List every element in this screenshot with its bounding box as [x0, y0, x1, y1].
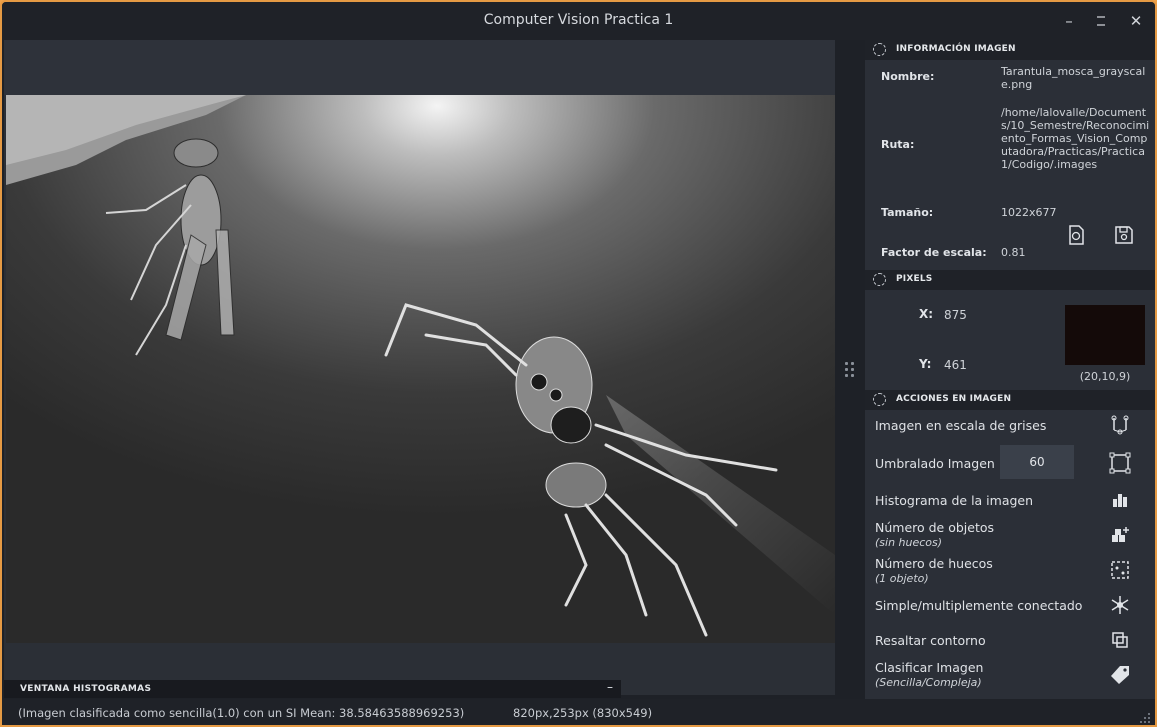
pixel-color-value: (20,10,9): [1079, 370, 1131, 383]
pixels-section-title: PIXELS: [896, 274, 933, 284]
collapse-toggle-icon: [873, 393, 886, 406]
pixels-section-header[interactable]: PIXELS: [865, 270, 1155, 290]
pixel-y-label: Y:: [919, 357, 932, 371]
objects-action-sublabel: (sin huecos): [875, 536, 943, 549]
actions-section-header[interactable]: ACCIONES EN IMAGEN: [865, 390, 1155, 410]
connectivity-icon[interactable]: [1109, 594, 1131, 616]
image-viewer-area: [4, 40, 835, 695]
contour-action-label[interactable]: Resaltar contorno: [875, 633, 986, 648]
size-label: Tamaño:: [881, 206, 934, 219]
scale-value: 0.81: [1001, 246, 1026, 259]
name-value: Tarantula_mosca_grayscale.png: [1001, 65, 1146, 91]
actions-section-title: ACCIONES EN IMAGEN: [896, 394, 1012, 404]
image-toolbar-strip: [4, 40, 835, 95]
threshold-input[interactable]: 60: [1000, 445, 1074, 479]
cursor-coordinates: 820px,253px (830x549): [513, 706, 653, 720]
threshold-action-label[interactable]: Umbralado Imagen: [875, 456, 995, 471]
pixel-y-value: 461: [944, 358, 967, 372]
side-panel: INFORMACIÓN IMAGEN Nombre: Tarantula_mos…: [865, 40, 1155, 699]
histogram-collapse-button[interactable]: –: [607, 680, 613, 694]
pixel-x-value: 875: [944, 308, 967, 322]
info-section-title: INFORMACIÓN IMAGEN: [896, 44, 1016, 54]
status-bar: (Imagen clasificada como sencilla(1.0) c…: [2, 699, 1155, 725]
histogram-window-bar[interactable]: VENTANA HISTOGRAMAS –: [4, 680, 621, 698]
status-message: (Imagen clasificada como sencilla(1.0) c…: [18, 706, 465, 720]
path-label: Ruta:: [881, 138, 915, 151]
histogram-window-label: VENTANA HISTOGRAMAS: [20, 684, 152, 694]
title-bar[interactable]: Computer Vision Practica 1 – ✕: [2, 2, 1155, 40]
tag-icon[interactable]: [1109, 664, 1131, 686]
size-value: 1022x677: [1001, 206, 1057, 219]
collapse-toggle-icon: [873, 273, 886, 286]
collapse-toggle-icon: [873, 43, 886, 56]
connectivity-action-label[interactable]: Simple/multiplemente conectado: [875, 598, 1082, 613]
resize-grip-icon[interactable]: [1139, 709, 1151, 725]
pixel-x-label: X:: [919, 307, 934, 321]
maximize-button[interactable]: [1091, 11, 1111, 31]
contour-icon[interactable]: [1109, 629, 1131, 651]
holes-count-icon[interactable]: [1109, 559, 1131, 581]
classify-action-sublabel: (Sencilla/Compleja): [875, 676, 982, 689]
pixel-color-swatch: [1065, 305, 1145, 365]
splitter-grip-icon[interactable]: [843, 360, 857, 380]
holes-action-sublabel: (1 objeto): [875, 572, 929, 585]
holes-action-label[interactable]: Número de huecos: [875, 556, 993, 571]
classify-action-label[interactable]: Clasificar Imagen: [875, 660, 983, 675]
minimize-button[interactable]: –: [1059, 11, 1079, 31]
scale-label: Factor de escala:: [881, 246, 987, 259]
image-canvas[interactable]: [6, 95, 835, 643]
histogram-action-label[interactable]: Histograma de la imagen: [875, 493, 1033, 508]
window-title: Computer Vision Practica 1: [483, 12, 674, 28]
info-section-header[interactable]: INFORMACIÓN IMAGEN: [865, 40, 1155, 60]
bar-chart-icon[interactable]: [1109, 489, 1131, 511]
objects-action-label[interactable]: Número de objetos: [875, 520, 994, 535]
objects-count-icon[interactable]: [1109, 524, 1131, 546]
threshold-action-icon[interactable]: [1109, 452, 1131, 474]
path-value: /home/lalovalle/Documents/10_Semestre/Re…: [1001, 106, 1150, 171]
grayscale-action-icon[interactable]: [1109, 414, 1131, 436]
grayscale-action-label[interactable]: Imagen en escala de grises: [875, 418, 1046, 433]
name-label: Nombre:: [881, 70, 935, 83]
close-button[interactable]: ✕: [1126, 11, 1146, 31]
save-icon[interactable]: [1113, 224, 1135, 246]
grayscale-image: [6, 95, 835, 643]
reload-file-icon[interactable]: [1065, 224, 1087, 246]
app-window: Computer Vision Practica 1 – ✕ VENTANA H…: [0, 0, 1157, 727]
